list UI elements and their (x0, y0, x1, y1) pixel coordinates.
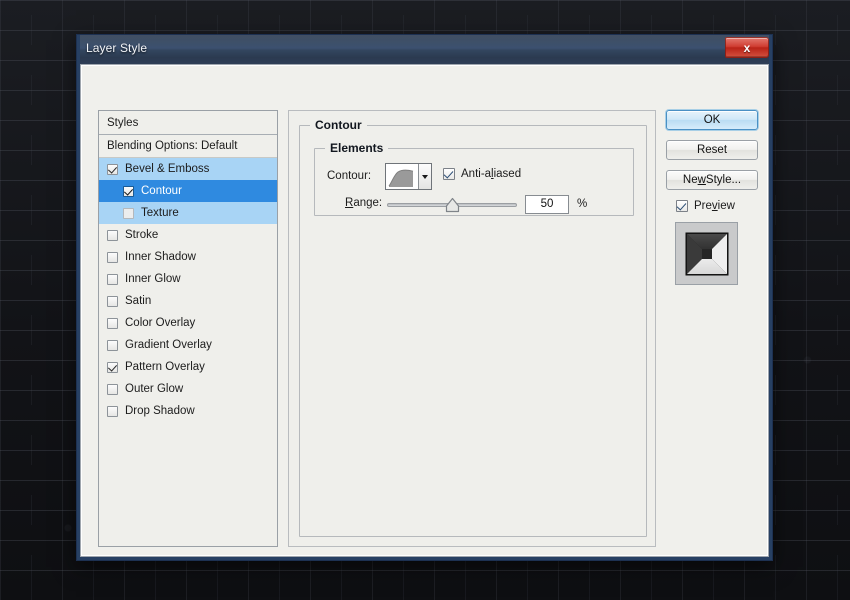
options-panel: Contour Elements Contour: (288, 110, 656, 547)
contour-curve-svg (386, 164, 418, 189)
effect-row[interactable]: Gradient Overlay (99, 334, 277, 356)
new-style-button[interactable]: New Style... (666, 170, 758, 190)
contour-group: Contour Elements Contour: (299, 125, 647, 537)
effect-label: Inner Glow (125, 273, 181, 285)
effect-checkbox[interactable] (123, 186, 134, 197)
effect-row[interactable]: Texture (99, 202, 277, 224)
layer-style-dialog: Layer Style x Styles Blending Options: D… (76, 34, 773, 561)
effect-checkbox[interactable] (107, 340, 118, 351)
dialog-button-column: OK Reset New Style... Preview (666, 110, 762, 285)
preview-label: Preview (694, 200, 735, 212)
effect-row[interactable]: Satin (99, 290, 277, 312)
effect-label: Gradient Overlay (125, 339, 212, 351)
bevel-preview-art (685, 232, 729, 276)
styles-header: Styles (99, 111, 277, 135)
effect-checkbox[interactable] (107, 384, 118, 395)
effect-label: Outer Glow (125, 383, 183, 395)
effect-row[interactable]: Bevel & Emboss (99, 158, 277, 180)
anti-aliased-check-box-glyph (443, 168, 455, 180)
effect-checkbox[interactable] (107, 318, 118, 329)
effect-checkbox[interactable] (107, 274, 118, 285)
contour-picker[interactable] (385, 163, 432, 190)
effect-row[interactable]: Contour (99, 180, 277, 202)
effect-row[interactable]: Color Overlay (99, 312, 277, 334)
styles-list-panel: Styles Blending Options: Default Bevel &… (98, 110, 278, 547)
effect-row[interactable]: Inner Shadow (99, 246, 277, 268)
dialog-title: Layer Style (86, 41, 147, 55)
contour-field-label: Contour: (327, 170, 371, 182)
effect-label: Inner Shadow (125, 251, 196, 263)
style-preview-thumbnail (675, 222, 738, 285)
effect-row[interactable]: Pattern Overlay (99, 356, 277, 378)
close-icon[interactable]: x (725, 37, 769, 58)
effect-checkbox[interactable] (107, 164, 118, 175)
effect-row[interactable]: Inner Glow (99, 268, 277, 290)
effect-label: Drop Shadow (125, 405, 195, 417)
dialog-titlebar[interactable]: Layer Style x (77, 35, 772, 64)
effect-checkbox[interactable] (123, 208, 134, 219)
anti-aliased-checkbox[interactable]: Anti-aliased (443, 168, 521, 180)
effect-row[interactable]: Outer Glow (99, 378, 277, 400)
effect-checkbox[interactable] (107, 296, 118, 307)
reset-button[interactable]: Reset (666, 140, 758, 160)
effect-checkbox[interactable] (107, 252, 118, 263)
effect-checkbox[interactable] (107, 406, 118, 417)
effect-checkbox[interactable] (107, 362, 118, 373)
effect-label: Contour (141, 185, 182, 197)
range-input[interactable]: 50 (525, 195, 569, 214)
contour-dropdown-button[interactable] (418, 164, 431, 189)
elements-group-title: Elements (325, 141, 388, 155)
preview-checkbox[interactable]: Preview (676, 200, 762, 212)
range-slider-thumb[interactable] (445, 197, 460, 213)
contour-group-title: Contour (310, 118, 367, 132)
blending-options-item[interactable]: Blending Options: Default (99, 135, 277, 158)
effect-label: Bevel & Emboss (125, 163, 209, 175)
effect-label: Color Overlay (125, 317, 195, 329)
preview-check-box-glyph (676, 200, 688, 212)
close-glyph: x (744, 42, 751, 54)
range-percent-label: % (577, 198, 587, 210)
blending-options-label: Blending Options: Default (107, 140, 237, 152)
elements-group: Elements Contour: (314, 148, 634, 216)
range-field-label: Range: (345, 197, 382, 209)
effect-label: Texture (141, 207, 179, 219)
effect-label: Satin (125, 295, 151, 307)
effect-row[interactable]: Drop Shadow (99, 400, 277, 422)
ok-button[interactable]: OK (666, 110, 758, 130)
chevron-down-icon (422, 175, 428, 179)
effect-checkbox[interactable] (107, 230, 118, 241)
dialog-client-area: Styles Blending Options: Default Bevel &… (81, 65, 768, 556)
effects-list: Bevel & Emboss Contour Texture Stroke Inner … (99, 158, 277, 422)
effect-label: Stroke (125, 229, 158, 241)
anti-aliased-label: Anti-aliased (461, 168, 521, 180)
effect-row[interactable]: Stroke (99, 224, 277, 246)
effect-label: Pattern Overlay (125, 361, 205, 373)
contour-curve-preview (386, 164, 418, 189)
